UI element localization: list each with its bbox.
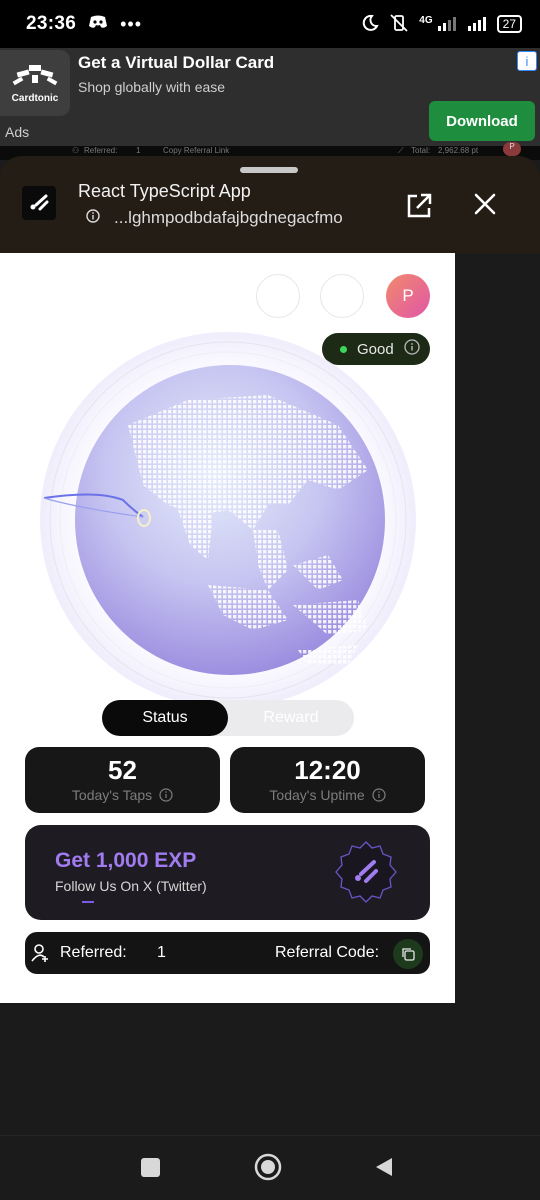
stat-label-text: Today's Uptime bbox=[269, 787, 365, 803]
url-text: ...lghmpodbdafajbgdnegacfmo bbox=[114, 208, 343, 227]
avatar[interactable]: P bbox=[386, 274, 430, 318]
tab-status[interactable]: Status bbox=[102, 700, 228, 736]
ads-label: Ads bbox=[5, 124, 30, 140]
status-bar: 23:36 ••• 4G 27 bbox=[0, 0, 540, 48]
app-badge-icon bbox=[335, 841, 397, 903]
stat-card-taps: 52 Today's Taps bbox=[25, 747, 220, 813]
ad-brand-name: Cardtonic bbox=[11, 92, 59, 104]
bg-copy-link: Copy Referral Link bbox=[163, 146, 230, 155]
ad-subtitle: Shop globally with ease bbox=[78, 79, 226, 95]
info-icon[interactable] bbox=[159, 788, 173, 802]
exp-subtitle: Follow Us On X (Twitter) bbox=[55, 878, 207, 894]
stat-value: 52 bbox=[108, 755, 137, 785]
stat-value: 12:20 bbox=[294, 755, 361, 785]
referred-value: 1 bbox=[157, 944, 166, 961]
network-type: 4G bbox=[419, 14, 433, 26]
bg-total-label: Total: bbox=[411, 146, 431, 155]
open-external-icon[interactable] bbox=[404, 191, 434, 221]
page-title: React TypeScript App bbox=[78, 181, 251, 201]
header-circle-button-1[interactable] bbox=[256, 274, 300, 318]
signal-icon-2 bbox=[467, 15, 487, 34]
add-user-icon bbox=[31, 944, 48, 962]
bg-referred-icon: ⚇ bbox=[72, 146, 80, 155]
referred-label: Referred: bbox=[60, 944, 127, 961]
info-icon[interactable] bbox=[371, 788, 386, 802]
network-globe bbox=[40, 332, 416, 708]
ad-info-icon[interactable]: i bbox=[517, 51, 537, 71]
bg-total-icon: ⟋ bbox=[398, 146, 404, 155]
more-notifications-icon: ••• bbox=[120, 13, 143, 34]
ad-title[interactable]: Get a Virtual Dollar Card bbox=[78, 53, 274, 73]
stat-label: Today's Taps bbox=[25, 787, 220, 803]
ad-download-button[interactable]: Download bbox=[429, 101, 535, 141]
recents-button[interactable] bbox=[141, 1158, 160, 1177]
app-logo-icon bbox=[22, 186, 56, 220]
exp-title: Get 1,000 EXP bbox=[55, 849, 197, 872]
cardtonic-logo-icon bbox=[12, 64, 58, 85]
dnd-moon-icon bbox=[361, 14, 379, 35]
ad-brand-logo[interactable]: Cardtonic bbox=[0, 50, 70, 116]
bg-avatar: P bbox=[503, 142, 521, 156]
home-button[interactable] bbox=[253, 1152, 283, 1182]
carousel-indicator bbox=[82, 901, 94, 903]
copy-icon bbox=[402, 948, 415, 961]
signal-icon bbox=[437, 15, 457, 34]
status-time: 23:36 bbox=[26, 13, 77, 34]
url-bar[interactable]: ...lghmpodbdafajbgdnegacfmo bbox=[86, 208, 343, 228]
close-icon[interactable] bbox=[472, 191, 498, 217]
battery-level: 27 bbox=[496, 15, 522, 33]
vibrate-off-icon bbox=[389, 13, 409, 35]
stat-card-uptime: 12:20 Today's Uptime bbox=[230, 747, 425, 813]
webview-gutter bbox=[455, 253, 540, 1003]
copy-referral-button[interactable] bbox=[393, 939, 423, 969]
tab-reward[interactable]: Reward bbox=[228, 700, 354, 736]
drag-handle[interactable] bbox=[240, 167, 298, 173]
bg-total-value: 2,962.68 pt bbox=[438, 146, 479, 155]
header-circle-button-2[interactable] bbox=[320, 274, 364, 318]
bg-referred-label: Referred: bbox=[84, 146, 118, 155]
bg-referred-value: 1 bbox=[136, 146, 141, 155]
discord-icon bbox=[88, 13, 108, 35]
info-icon[interactable] bbox=[86, 208, 100, 228]
stat-label: Today's Uptime bbox=[230, 787, 425, 803]
stat-label-text: Today's Taps bbox=[71, 787, 153, 803]
referral-code-label: Referral Code: bbox=[275, 944, 380, 961]
back-button[interactable] bbox=[373, 1156, 395, 1178]
